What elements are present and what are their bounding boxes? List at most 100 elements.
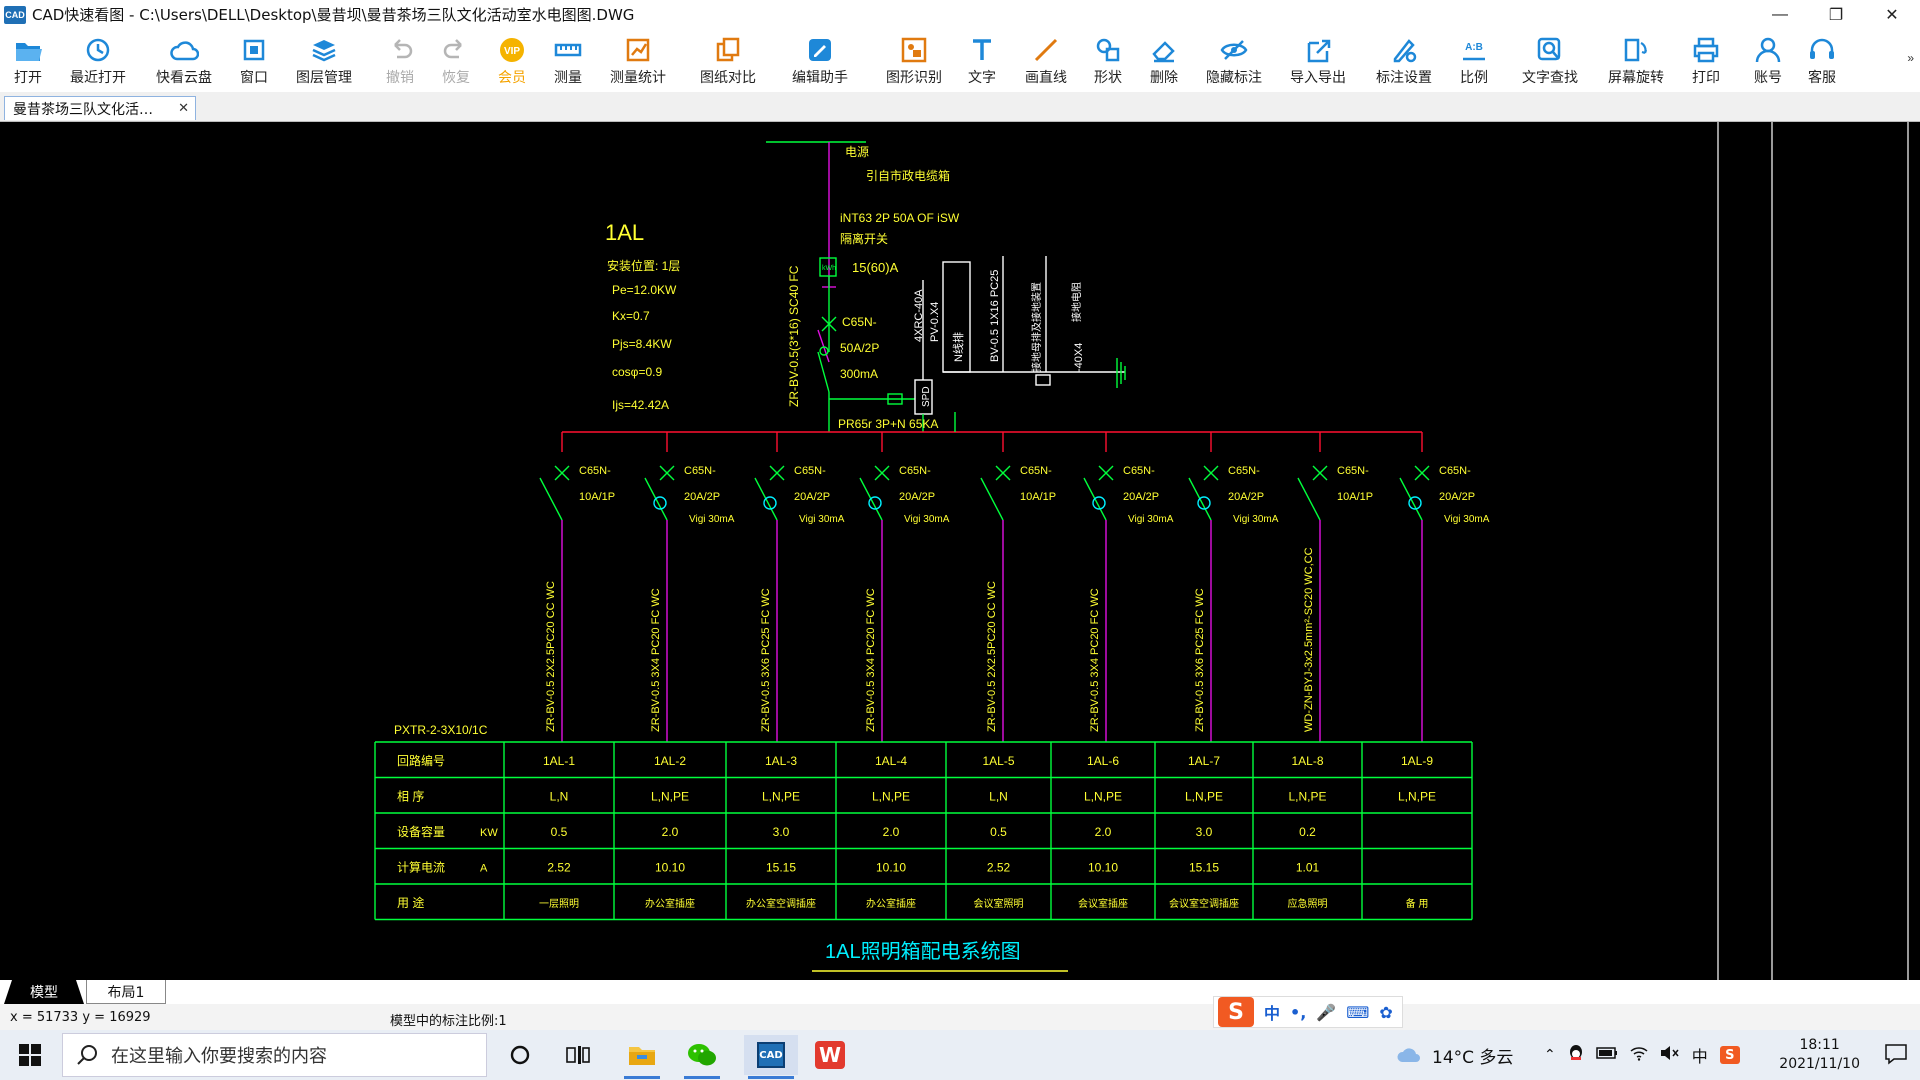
branch-cable-label: ZR-BV-0.5 3X6 PC25 FC WC xyxy=(760,588,772,732)
branch-breaker-rating: 20A/2P xyxy=(899,491,935,503)
toolbar-button-text[interactable]: 文字 xyxy=(952,35,1012,87)
toolbar-label: 撤销 xyxy=(386,70,414,86)
sogou-logo-icon[interactable]: S xyxy=(1218,997,1254,1027)
toolbar-button-annotation-settings[interactable]: 标注设置 xyxy=(1374,35,1434,87)
toolbar-button-layers[interactable]: 图层管理 xyxy=(294,35,354,87)
network-icon[interactable] xyxy=(1630,1045,1648,1065)
toolbar-button-hide-annotation[interactable]: 隐藏标注 xyxy=(1204,35,1264,87)
branch-cable-label: ZR-BV-0.5 3X4 PC20 FC WC xyxy=(865,588,877,732)
toolbar-button-shape-recognition[interactable]: 图形识别 xyxy=(884,35,944,87)
hide-annotation-icon xyxy=(1220,40,1248,60)
text-icon xyxy=(973,39,991,60)
cad-drawing: 电源引自市政电缆箱 iNT63 2P 50A OF iSW 隔离开关 kWh 15(60… xyxy=(374,122,1909,980)
ime-keyboard-icon[interactable]: ⌨ xyxy=(1346,1003,1369,1022)
toolbar-button-recent-clock[interactable]: 最近打开 xyxy=(68,35,128,87)
table-cell: 1AL-9 xyxy=(1401,754,1433,768)
branch-rcd-rating: Vigi 30mA xyxy=(904,514,950,525)
sogou-tray-icon[interactable]: S xyxy=(1719,1046,1740,1064)
volume-muted-icon[interactable] xyxy=(1660,1045,1680,1065)
toolbar-button-eraser[interactable]: 删除 xyxy=(1134,35,1194,87)
branch-breaker-model: C65N- xyxy=(1439,465,1471,477)
toolbar-button-shapes[interactable]: 形状 xyxy=(1078,35,1138,87)
toolbar-label: 删除 xyxy=(1150,70,1178,86)
branch-breaker-model: C65N- xyxy=(684,465,716,477)
weather-widget[interactable]: 14°C 多云 xyxy=(1396,1030,1513,1080)
drawing-canvas[interactable]: 电源 引自市政电缆箱 iNT63 2P 50A OF iSW 隔离开关 kWh 15(60… xyxy=(0,122,1920,980)
main-switch-note: 隔离开关 xyxy=(840,231,888,246)
cad-viewer-taskbar-icon[interactable]: CAD xyxy=(744,1035,798,1079)
eraser-icon xyxy=(1152,41,1175,63)
toolbar-button-scale[interactable]: A:B 比例 xyxy=(1444,35,1504,87)
toolbar-button-vip[interactable]: VIP 会员 xyxy=(482,35,542,87)
clock-time: 18:11 xyxy=(1799,1037,1840,1053)
ime-skin-icon[interactable]: ✿ xyxy=(1379,1003,1392,1022)
ground-resistance-label: 接地电阻 xyxy=(1070,282,1083,322)
branch-breaker-rating: 10A/1P xyxy=(1337,491,1373,503)
qq-tray-icon[interactable] xyxy=(1568,1044,1584,1066)
toolbar-button-account[interactable]: 账号 xyxy=(1738,35,1798,87)
tab-close-icon[interactable]: ✕ xyxy=(178,101,189,116)
toolbar-button-rotate-screen[interactable]: 屏幕旋转 xyxy=(1606,35,1666,87)
start-button[interactable] xyxy=(0,1030,60,1080)
toolbar-button-window-fit[interactable]: 窗口 xyxy=(224,35,284,87)
tab-document[interactable]: 曼昔茶场三队文化活… ✕ xyxy=(4,96,196,120)
toolbar-button-measure-stats[interactable]: 测量统计 xyxy=(608,35,668,87)
branch-breaker-rating: 20A/2P xyxy=(794,491,830,503)
table-row-unit: KW xyxy=(480,827,498,839)
tray-expand-icon[interactable]: ⌃ xyxy=(1544,1047,1556,1063)
edit-assistant-icon xyxy=(809,39,831,61)
taskbar-clock[interactable]: 18:11 2021/11/10 xyxy=(1779,1036,1860,1074)
wps-icon[interactable]: W xyxy=(808,1035,852,1075)
toolbar-button-edit-assistant[interactable]: 编辑助手 xyxy=(790,35,850,87)
close-button[interactable]: ✕ xyxy=(1864,0,1920,29)
ime-voice-icon[interactable]: 🎤 xyxy=(1316,1003,1336,1022)
toolbar-button-text-search[interactable]: 文字查找 xyxy=(1520,35,1580,87)
toolbar-button-cloud[interactable]: 快看云盘 xyxy=(154,35,214,87)
taskbar-search-input[interactable]: 在这里输入你要搜索的内容 xyxy=(62,1033,487,1077)
table-cell: L,N,PE xyxy=(1185,790,1223,804)
line-icon xyxy=(1034,38,1058,62)
branch-breaker-blade xyxy=(539,477,563,521)
main-breaker-l1: C65N- xyxy=(842,315,877,329)
toolbar-label: 比例 xyxy=(1460,70,1488,86)
tab-document-label: 曼昔茶场三队文化活… xyxy=(13,101,153,118)
table-cell: 备 用 xyxy=(1406,897,1429,910)
layout-tab-layout1[interactable]: 布局1 xyxy=(86,980,166,1004)
toolbar-button-headset[interactable]: 客服 xyxy=(1792,35,1852,87)
branch-breaker-rating: 10A/1P xyxy=(579,491,615,503)
table-cell: 1AL-4 xyxy=(875,754,907,768)
branch-cable-label: WD-ZN-BYJ-3x2.5mm²-SC20 WC,CC xyxy=(1303,547,1315,732)
toolbar-more-icon[interactable]: » xyxy=(1907,51,1914,65)
table-cell: L,N,PE xyxy=(1398,790,1436,804)
toolbar-button-undo[interactable]: 撤销 xyxy=(370,35,430,87)
ime-punctuation[interactable]: •, xyxy=(1290,1003,1306,1022)
toolbar-button-printer[interactable]: 打印 xyxy=(1676,35,1736,87)
toolbar-button-folder-open[interactable]: 打开 xyxy=(0,35,58,87)
table-row-unit: A xyxy=(480,863,488,875)
ruler-icon xyxy=(554,43,582,57)
toolbar-button-redo[interactable]: 恢复 xyxy=(426,35,486,87)
ime-chinese-mode[interactable]: 中 xyxy=(1264,1000,1280,1024)
restore-button[interactable]: ❐ xyxy=(1808,0,1864,29)
toolbar-button-ruler[interactable]: 测量 xyxy=(538,35,598,87)
shape-recognition-icon xyxy=(901,37,927,63)
toolbar-button-line[interactable]: 画直线 xyxy=(1016,35,1076,87)
printer-icon xyxy=(1693,37,1719,63)
cad-app-icon: CAD xyxy=(757,1042,785,1068)
spd-model-label: PR65r 3P+N 65KA xyxy=(838,417,938,431)
battery-icon[interactable] xyxy=(1595,1047,1618,1063)
wechat-icon[interactable] xyxy=(680,1035,724,1079)
n-bus-label: N线排 xyxy=(951,332,965,362)
cortana-icon[interactable] xyxy=(498,1035,542,1075)
panel-install: 安装位置: 1层 xyxy=(607,258,680,273)
file-explorer-icon[interactable] xyxy=(620,1035,664,1079)
toolbar-label: 窗口 xyxy=(240,70,268,86)
table-row-label: 设备容量 xyxy=(397,824,445,839)
toolbar-button-compare[interactable]: 图纸对比 xyxy=(698,35,758,87)
notification-center-icon[interactable] xyxy=(1884,1043,1908,1069)
toolbar-button-import-export[interactable]: 导入导出 xyxy=(1288,35,1348,87)
minimize-button[interactable]: — xyxy=(1752,0,1808,29)
layout-tab-model[interactable]: 模型 xyxy=(4,980,84,1004)
task-view-icon[interactable] xyxy=(556,1035,600,1075)
input-mode-indicator[interactable]: 中 xyxy=(1692,1043,1708,1067)
